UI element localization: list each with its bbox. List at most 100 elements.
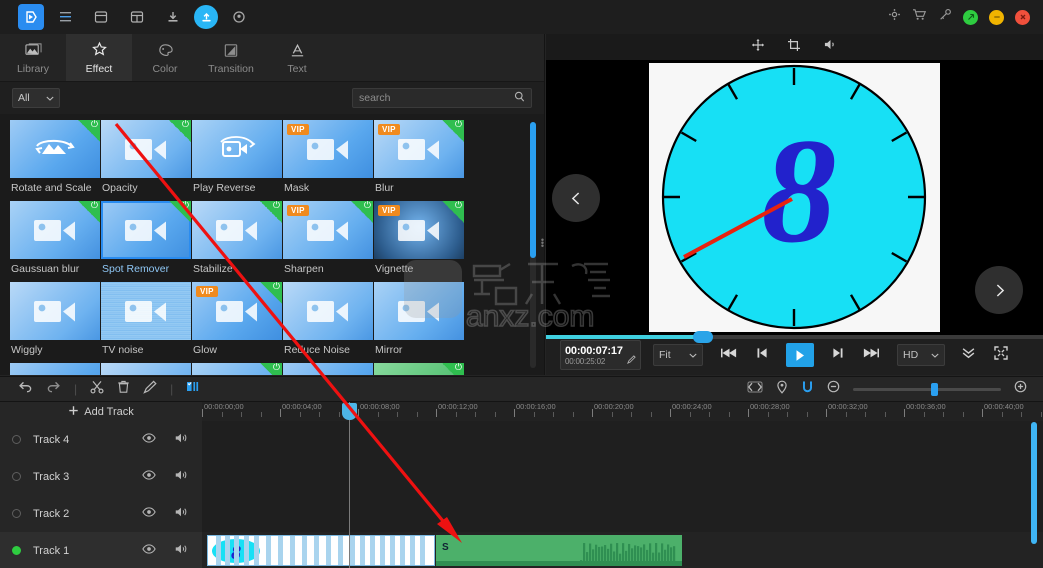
track-visibility-icon[interactable] <box>142 507 156 520</box>
effect-item[interactable]: Spot Remover <box>101 201 191 281</box>
track-select-indicator[interactable] <box>12 509 21 518</box>
zoom-slider-handle[interactable] <box>931 382 938 396</box>
playhead[interactable] <box>342 402 357 568</box>
move-icon[interactable] <box>751 38 765 57</box>
close-button[interactable] <box>1015 9 1030 25</box>
seek-bar-handle[interactable] <box>693 331 713 343</box>
track-row[interactable]: Track 3 <box>0 458 1043 495</box>
search-input[interactable]: search <box>352 88 532 108</box>
edit-pencil-icon[interactable] <box>143 380 157 399</box>
minimize-button[interactable] <box>989 9 1004 25</box>
prev-frame-icon[interactable] <box>756 346 768 364</box>
effect-item[interactable]: VIP Sharpen <box>283 201 373 281</box>
record-icon[interactable] <box>224 4 254 30</box>
skip-end-icon[interactable] <box>862 346 879 364</box>
track-lane[interactable]: 8S <box>202 532 1043 568</box>
effect-item[interactable]: VIP Mask <box>283 120 373 200</box>
video-clip[interactable]: 8 <box>207 535 435 566</box>
effect-item[interactable] <box>101 363 191 375</box>
tab-effect[interactable]: Effect <box>66 34 132 81</box>
cut-scissors-icon[interactable] <box>90 380 104 399</box>
track-mute-icon[interactable] <box>174 543 188 558</box>
effect-item[interactable]: Play Reverse <box>192 120 282 200</box>
fit-mode-dropdown[interactable]: Fit <box>653 344 703 366</box>
effect-item[interactable]: Opacity <box>101 120 191 200</box>
tab-transition[interactable]: Transition <box>198 34 264 81</box>
track-row[interactable]: Track 1 8S <box>0 532 1043 568</box>
timeline-vertical-scrollbar[interactable] <box>1031 422 1037 544</box>
effect-item[interactable]: Rotate and Scale <box>10 120 100 200</box>
tab-color[interactable]: Color <box>132 34 198 81</box>
import-icon[interactable] <box>158 4 188 30</box>
menu-icon[interactable] <box>50 4 80 30</box>
track-mute-icon[interactable] <box>174 506 188 521</box>
effect-item[interactable]: Mirror <box>374 282 464 362</box>
redo-icon[interactable] <box>46 380 61 398</box>
track-select-indicator[interactable] <box>12 472 21 481</box>
track-visibility-icon[interactable] <box>142 433 156 446</box>
effect-item[interactable]: Wiggly <box>10 282 100 362</box>
track-header[interactable]: Track 4 <box>0 421 202 458</box>
settings-gear-icon[interactable] <box>888 8 901 26</box>
fullscreen-icon[interactable] <box>994 345 1008 365</box>
zoom-slider[interactable] <box>853 382 1001 396</box>
tab-text[interactable]: Text <box>264 34 330 81</box>
track-header[interactable]: Track 3 <box>0 458 202 495</box>
effect-item[interactable]: TV noise <box>101 282 191 362</box>
effect-item[interactable]: VIP Glow <box>192 282 282 362</box>
track-select-indicator[interactable] <box>12 435 21 444</box>
track-row[interactable]: Track 2 <box>0 495 1043 532</box>
play-button[interactable] <box>786 343 814 367</box>
effect-item[interactable]: VIP Vignette <box>374 201 464 281</box>
track-mute-icon[interactable] <box>174 432 188 447</box>
timecode-display[interactable]: 00:00:07:17 00:00:25:02 <box>560 340 641 370</box>
track-header[interactable]: Track 2 <box>0 495 202 532</box>
quality-dropdown[interactable]: HD <box>897 344 945 366</box>
track-visibility-icon[interactable] <box>142 470 156 483</box>
zoom-out-icon[interactable] <box>827 380 840 398</box>
app-logo[interactable] <box>18 4 44 30</box>
track-row[interactable]: Track 4 <box>0 421 1043 458</box>
track-header[interactable]: Track 1 <box>0 532 202 568</box>
shopping-cart-icon[interactable] <box>912 8 927 26</box>
track-select-indicator[interactable] <box>12 546 21 555</box>
delete-trash-icon[interactable] <box>117 380 130 399</box>
effect-item[interactable]: Gaussuan blur <box>10 201 100 281</box>
track-lane[interactable] <box>202 495 1043 532</box>
effects-scrollbar[interactable] <box>530 122 536 368</box>
effect-item[interactable] <box>283 363 373 375</box>
effects-scrollbar-thumb[interactable] <box>530 122 536 258</box>
export-icon[interactable] <box>194 5 218 29</box>
marker-icon[interactable] <box>186 380 200 398</box>
crop-icon[interactable] <box>787 38 801 57</box>
track-lane[interactable] <box>202 421 1043 458</box>
maximize-button[interactable] <box>963 9 978 25</box>
collapse-chevrons-icon[interactable] <box>961 346 976 364</box>
playhead-handle[interactable] <box>342 403 357 420</box>
timeline-scrollbar-thumb[interactable] <box>1031 422 1037 544</box>
add-track-button[interactable]: Add Track <box>0 402 202 421</box>
track-mute-icon[interactable] <box>174 469 188 484</box>
undo-icon[interactable] <box>18 380 33 398</box>
new-project-icon[interactable] <box>86 4 116 30</box>
key-icon[interactable] <box>938 8 952 26</box>
skip-start-icon[interactable] <box>721 346 738 364</box>
audio-clip[interactable]: S <box>436 535 682 566</box>
snap-magnet-icon[interactable] <box>801 380 814 399</box>
timeline-ruler[interactable]: 00:00:00;00 00:00:04;00 00:00:08;00 00:00:1… <box>202 402 1043 421</box>
marker-pin-icon[interactable] <box>776 380 788 399</box>
next-frame-icon[interactable] <box>832 346 844 364</box>
effect-item[interactable] <box>10 363 100 375</box>
effect-item[interactable]: Stabilize <box>192 201 282 281</box>
effect-item[interactable] <box>374 363 464 375</box>
edit-pencil-icon[interactable] <box>627 355 636 366</box>
preview-prev-button[interactable] <box>552 174 600 222</box>
preview-next-button[interactable] <box>975 266 1023 314</box>
effect-item[interactable] <box>192 363 282 375</box>
open-project-icon[interactable] <box>122 4 152 30</box>
keyframe-icon[interactable] <box>747 380 763 398</box>
zoom-in-icon[interactable] <box>1014 380 1027 398</box>
seek-bar[interactable] <box>546 331 1043 343</box>
effect-item[interactable]: Reduce Noise <box>283 282 373 362</box>
tab-library[interactable]: Library <box>0 34 66 81</box>
